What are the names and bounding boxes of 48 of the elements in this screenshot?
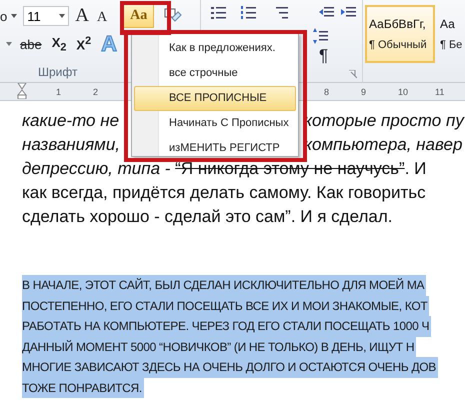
style-name: ¶ Бе bbox=[440, 39, 462, 51]
subscript-button[interactable]: X$_{2}$ bbox=[50, 34, 68, 54]
superscript-button[interactable]: X$^{2}$ bbox=[74, 35, 94, 53]
menu-item[interactable]: изМЕНИТЬ РЕГИСТР bbox=[134, 136, 296, 161]
dropdown-arrow-icon[interactable] bbox=[11, 14, 18, 18]
selected-text: ПОСТЕПЕННО, ЕГО СТАЛИ ПОСЕЩАТЬ ВСЕ ИХ И МОИ ЗНАКОМЫЕ, КОТ bbox=[22, 296, 430, 316]
ruler-number: 11 bbox=[435, 86, 446, 96]
style-tile[interactable]: Аа ¶ Бе bbox=[437, 5, 465, 63]
document-text: депрессию, типа - bbox=[22, 159, 172, 178]
selected-text: МНОГИЕ ЗАВИСАЮТ ЗДЕСЬ НА ОЧЕНЬ ДОЛГО И ОСТАЮТСЯ ОЧЕНЬ ДОВ bbox=[22, 357, 438, 378]
document-text: как всегда, придётся делать самому. Как говоритьс bbox=[22, 183, 426, 202]
shrink-font-button[interactable]: A bbox=[94, 10, 110, 26]
selected-text: ДАННЫЙ МОМЕНТ 5000 “НОВИЧКОВ” (И НЕ ТОЛЬКО) В ДЕНЬ, ИЩУТ Н bbox=[22, 336, 416, 357]
style-tile[interactable]: АаБбВвГг, ¶ Обычный bbox=[365, 5, 435, 63]
document-text: сделать хорошо - сделай это сам”. И я сделал. bbox=[22, 207, 392, 226]
grow-font-button[interactable]: A bbox=[73, 5, 91, 27]
change-case-button[interactable]: Aa bbox=[123, 4, 154, 28]
strikethrough-button[interactable]: abe bbox=[18, 36, 44, 52]
dropdown-arrow-icon bbox=[59, 14, 66, 18]
document-text: “Я никогда этому не научусь” bbox=[175, 159, 405, 178]
ruler-number: 2 bbox=[93, 86, 100, 96]
menu-item[interactable]: все строчные bbox=[134, 61, 296, 86]
style-sample: Аа bbox=[440, 17, 455, 31]
document-text: компьютера, навер bbox=[304, 135, 462, 154]
selected-text: ТОЖЕ ПОНРАВИТСЯ. bbox=[22, 378, 144, 398]
menu-item[interactable]: Как в предложениях. bbox=[134, 36, 296, 61]
ruler-number: 1 bbox=[56, 86, 62, 96]
line-spacing-icon[interactable] bbox=[313, 28, 331, 44]
style-sample: АаБбВвГг, bbox=[369, 17, 426, 31]
font-name-field[interactable]: о bbox=[0, 8, 8, 24]
menu-item[interactable]: Начинать С Прописных bbox=[134, 111, 296, 136]
ruler-number: 10 bbox=[398, 86, 410, 96]
ruler-number: 8 bbox=[324, 86, 330, 96]
font-size-field[interactable]: 11 bbox=[23, 6, 70, 26]
group-label: Шрифт bbox=[38, 65, 78, 79]
menu-item[interactable]: ВСЕ ПРОПИСНЫЕ bbox=[134, 86, 296, 111]
eraser-icon[interactable] bbox=[164, 8, 182, 24]
document-text: . И bbox=[404, 159, 426, 178]
selected-text: РАБОТАТЬ НА КОМПЬЮТЕРЕ. ЧЕРЕЗ ГОД ЕГО СТАЛИ ПОСЕЩАТЬ 1000 Ч bbox=[22, 316, 432, 336]
indent-marker-icon[interactable] bbox=[17, 83, 27, 99]
document-text: какие-то не bbox=[22, 111, 120, 130]
document-text: названиями, bbox=[22, 135, 120, 154]
selected-text: В НАЧАЛЕ, ЭТОТ САЙТ, БЫЛ СДЕЛАН ИСКЛЮЧИТЕЛЬНО ДЛЯ МОЕЙ МА bbox=[22, 275, 426, 296]
style-name: ¶ Обычный bbox=[369, 39, 427, 51]
show-formatting-button[interactable]: ¶ bbox=[319, 46, 328, 66]
ruler-number: 9 bbox=[361, 86, 368, 96]
dialog-launcher-icon[interactable] bbox=[349, 70, 357, 78]
dropdown-arrow-icon[interactable] bbox=[6, 42, 12, 46]
